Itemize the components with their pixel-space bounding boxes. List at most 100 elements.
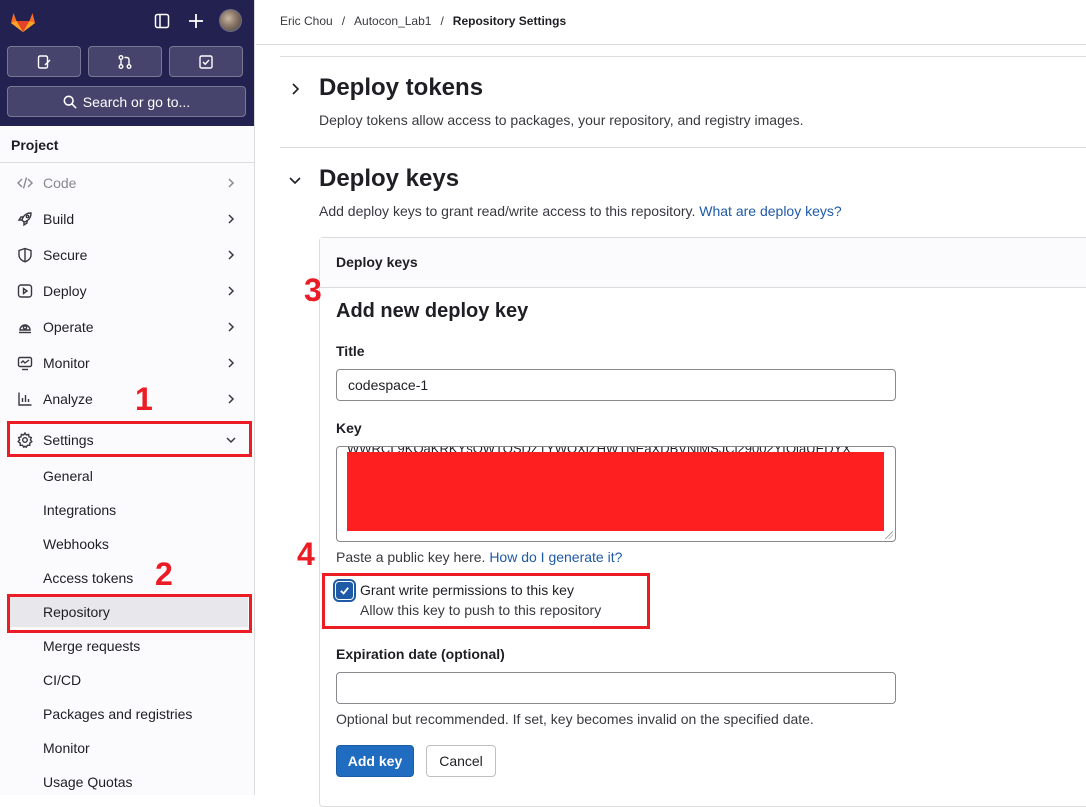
sidebar-item-label: Deploy — [43, 283, 87, 299]
avatar[interactable] — [219, 9, 242, 32]
issues-button[interactable] — [7, 46, 81, 77]
merge-request-icon — [118, 54, 132, 69]
sidebar-subitem-label: Webhooks — [43, 536, 109, 552]
chevron-right-icon — [228, 322, 235, 332]
annotation-number-3: 3 — [304, 272, 322, 308]
chevron-right-icon — [228, 358, 235, 368]
breadcrumb-item[interactable]: Eric Chou — [280, 14, 333, 28]
sidebar-subitem-label: Merge requests — [43, 638, 141, 654]
resize-handle-icon[interactable] — [885, 531, 893, 539]
sidebar-subitem-access-tokens[interactable]: Access tokens — [8, 563, 248, 593]
section-description: Add deploy keys to grant read/write acce… — [319, 203, 842, 219]
chart-icon — [14, 391, 36, 407]
sidebar-item-code[interactable]: Code — [8, 168, 248, 198]
operate-icon — [14, 319, 36, 335]
sidebar-item-monitor[interactable]: Monitor — [8, 348, 248, 378]
divider — [280, 147, 1086, 148]
add-key-button[interactable]: Add key — [336, 745, 414, 777]
annotation-number-4: 4 — [297, 536, 315, 572]
annotation-number-2: 2 — [155, 556, 173, 592]
divider — [256, 44, 1086, 45]
sidebar-subitem-label: Access tokens — [43, 570, 134, 586]
breadcrumb: Eric Chou / Autocon_Lab1 / Repository Se… — [280, 14, 566, 28]
shield-icon — [14, 247, 36, 263]
sidebar-subitem-packages-registries[interactable]: Packages and registries — [8, 699, 248, 729]
search-icon — [63, 95, 77, 109]
key-textarea[interactable]: WWRCL9KOaKRKYsOWTOSDZ1YWOXlZHWTNEaXDBVNl… — [336, 446, 896, 542]
section-title-deploy-keys[interactable]: Deploy keys — [319, 165, 459, 193]
sidebar-item-label: Build — [43, 211, 75, 227]
divider — [280, 56, 1086, 57]
annotation-box-checkbox — [322, 573, 650, 629]
breadcrumb-item[interactable]: Autocon_Lab1 — [354, 14, 431, 28]
sidebar-subitem-ci-cd[interactable]: CI/CD — [8, 665, 248, 695]
chevron-right-icon — [228, 214, 235, 224]
sidebar-subitem-label: Integrations — [43, 502, 117, 518]
breadcrumb-separator: / — [341, 14, 346, 28]
sidebar-item-build[interactable]: Build — [8, 204, 248, 234]
breadcrumb-current[interactable]: Repository Settings — [453, 14, 566, 28]
what-are-deploy-keys-link[interactable]: What are deploy keys? — [699, 203, 841, 219]
sidebar-subitem-monitor[interactable]: Monitor — [8, 733, 248, 763]
issues-icon — [37, 54, 51, 69]
merge-requests-button[interactable] — [88, 46, 162, 77]
code-icon — [14, 175, 36, 191]
sidebar-item-deploy[interactable]: Deploy — [8, 276, 248, 306]
sidebar-subitem-webhooks[interactable]: Webhooks — [8, 529, 248, 559]
gitlab-logo[interactable] — [10, 9, 36, 33]
section-description: Deploy tokens allow access to packages, … — [319, 112, 804, 128]
search-button[interactable]: Search or go to... — [7, 86, 246, 117]
section-title-deploy-tokens[interactable]: Deploy tokens — [319, 74, 483, 102]
annotation-box-repository — [7, 594, 252, 633]
sidebar-subitem-usage-quotas[interactable]: Usage Quotas — [8, 767, 248, 795]
sidebar-toggle-icon[interactable] — [152, 11, 172, 31]
title-label: Title — [336, 343, 365, 359]
divider — [0, 162, 254, 163]
sidebar-item-label: Code — [43, 175, 77, 191]
monitor-icon — [14, 355, 36, 371]
search-label: Search or go to... — [82, 93, 191, 110]
redaction-overlay — [347, 452, 884, 531]
chevron-right-icon — [228, 250, 235, 260]
sidebar-item-operate[interactable]: Operate — [8, 312, 248, 342]
sidebar-subitem-label: CI/CD — [43, 672, 82, 688]
sidebar-item-label: Secure — [43, 247, 88, 263]
annotation-number-1: 1 — [135, 381, 153, 417]
sidebar-subitem-integrations[interactable]: Integrations — [8, 495, 248, 525]
title-input-value: codespace-1 — [348, 377, 429, 393]
sidebar-subitem-general[interactable]: General — [8, 461, 248, 491]
chevron-right-icon — [228, 178, 235, 188]
todo-icon — [199, 54, 213, 69]
todo-button[interactable] — [169, 46, 243, 77]
sidebar-subitem-label: Packages and registries — [43, 706, 193, 722]
sidebar-item-secure[interactable]: Secure — [8, 240, 248, 270]
project-section-label: Project — [11, 137, 59, 153]
card-header-title: Deploy keys — [336, 254, 418, 270]
sidebar-subitem-merge-requests[interactable]: Merge requests — [8, 631, 248, 661]
expiration-label: Expiration date (optional) — [336, 646, 505, 662]
sidebar-item-label: Monitor — [43, 355, 90, 371]
expiration-help: Optional but recommended. If set, key be… — [336, 711, 814, 727]
key-help-text: Paste a public key here. — [336, 549, 486, 565]
title-input[interactable]: codespace-1 — [336, 369, 896, 401]
sidebar: Search or go to... Project Code Build Se… — [0, 0, 255, 795]
sidebar-item-analyze[interactable]: Analyze — [8, 384, 248, 414]
sidebar-subitem-label: General — [43, 468, 93, 484]
chevron-down-icon[interactable] — [287, 172, 303, 188]
sidebar-item-label: Analyze — [43, 391, 93, 407]
sidebar-header: Search or go to... — [0, 0, 254, 126]
chevron-right-icon[interactable] — [287, 81, 303, 97]
sidebar-subitem-label: Usage Quotas — [43, 774, 133, 790]
deploy-icon — [14, 283, 36, 299]
key-help: Paste a public key here. How do I genera… — [336, 549, 622, 565]
plus-icon[interactable] — [186, 11, 206, 31]
sidebar-subitem-label: Monitor — [43, 740, 90, 756]
breadcrumb-separator: / — [440, 14, 444, 28]
how-to-generate-link[interactable]: How do I generate it? — [489, 549, 622, 565]
chevron-right-icon — [228, 286, 235, 296]
key-label: Key — [336, 420, 362, 436]
annotation-box-settings — [7, 421, 252, 457]
card-header — [320, 238, 1086, 288]
cancel-button[interactable]: Cancel — [426, 745, 496, 777]
expiration-date-input[interactable] — [336, 672, 896, 704]
